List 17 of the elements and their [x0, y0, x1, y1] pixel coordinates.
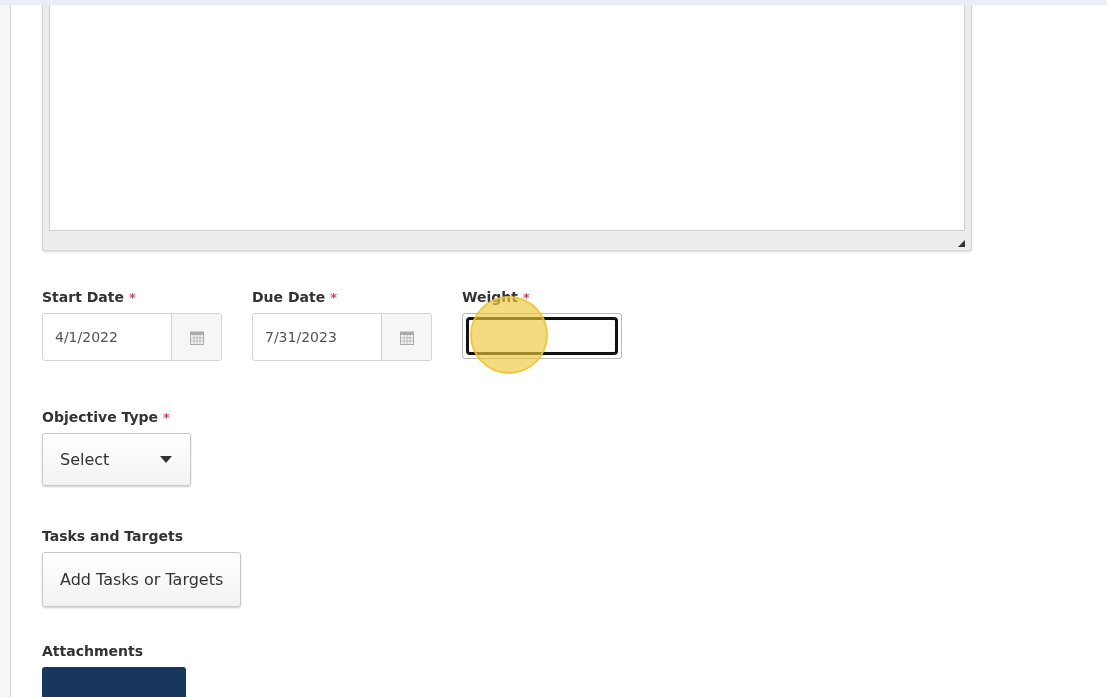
caret-icon [160, 456, 172, 463]
date-field[interactable]: 4/1/2022 [42, 313, 222, 361]
calendar-icon [189, 329, 204, 345]
field-label: Tasks and Targets [42, 528, 183, 544]
field-label: Attachments [42, 643, 143, 659]
weight-input[interactable] [466, 317, 618, 355]
field-label: Start Date * [42, 289, 137, 305]
objective-type-dropdown[interactable]: Select [42, 433, 191, 486]
add-tasks-button[interactable]: Add Tasks or Targets [42, 552, 242, 607]
field-label: Due Date * [252, 289, 339, 305]
resize-grip-icon[interactable] [958, 240, 965, 247]
field-label: Objective Type * [42, 409, 170, 425]
calendar-button[interactable] [171, 314, 221, 360]
field-label: Weight * [462, 289, 531, 305]
calendar-button[interactable] [381, 314, 431, 360]
calendar-icon [399, 329, 414, 345]
date-field[interactable]: 7/31/2023 [252, 313, 432, 361]
